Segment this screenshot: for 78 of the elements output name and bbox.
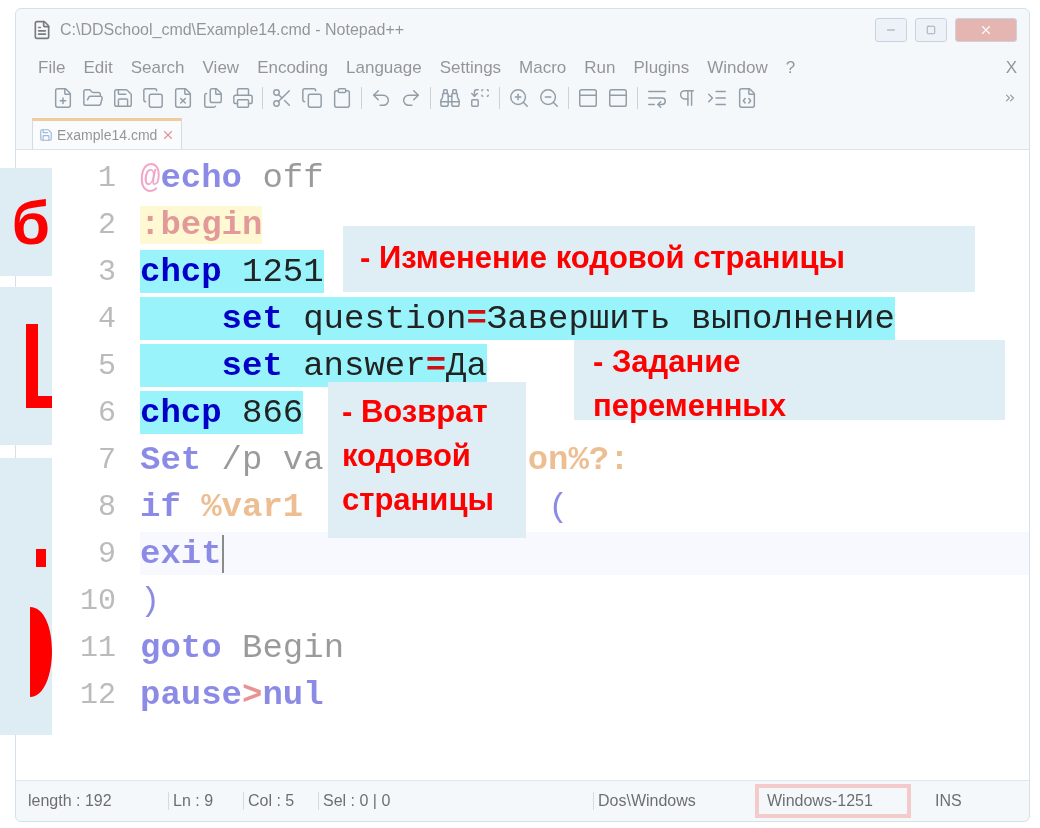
code-text: on%?:	[527, 439, 630, 481]
menu-item[interactable]: Run	[584, 58, 616, 78]
code-text: set question=Завершить выполнение	[140, 297, 895, 340]
callout-text: кодовой	[342, 437, 472, 475]
chevrons-icon[interactable]	[1003, 91, 1017, 105]
menu-item[interactable]: ?	[785, 58, 796, 78]
menu-item[interactable]: File	[38, 58, 66, 78]
zoom-out-icon[interactable]	[538, 87, 560, 109]
insert-mode-status: INS	[934, 792, 963, 810]
code-text: Set /p va	[140, 439, 324, 481]
menu-item[interactable]: Window	[707, 58, 768, 78]
notepad-icon	[32, 20, 52, 40]
code-text: )	[140, 580, 161, 622]
callout-text: переменных	[593, 387, 788, 425]
line-number: 12	[79, 677, 117, 712]
zoom-in-icon[interactable]	[508, 87, 530, 109]
menu-item[interactable]: Settings	[439, 58, 502, 78]
code-text: set answer=Да	[140, 344, 487, 387]
line-number: 6	[97, 395, 117, 430]
menu-item[interactable]: Search	[130, 58, 185, 78]
code-text: :begin	[140, 204, 263, 246]
folder-icon[interactable]	[82, 87, 104, 109]
callout-text: - Задание	[593, 343, 742, 381]
code-text: chcp 1251	[140, 250, 324, 293]
cut-icon[interactable]	[271, 87, 293, 109]
side-glyph: б	[11, 186, 50, 258]
paste-icon[interactable]	[331, 87, 353, 109]
redo-icon[interactable]	[400, 87, 422, 109]
maximize-button[interactable]	[915, 18, 947, 42]
column-status: Col : 5	[244, 792, 319, 810]
selection-status: Sel : 0 | 0	[319, 792, 594, 810]
close-document-button[interactable]: X	[1005, 58, 1017, 78]
search-icon[interactable]	[439, 87, 461, 109]
line-number: 4	[97, 301, 117, 336]
undo-icon[interactable]	[370, 87, 392, 109]
callout-text: - Изменение кодовой страницы	[360, 239, 847, 277]
print-icon[interactable]	[232, 87, 254, 109]
file-tab[interactable]: Example14.cmd	[32, 118, 183, 149]
code-text: if %var1	[140, 486, 304, 528]
line-number: 11	[79, 630, 117, 665]
menu-item[interactable]: Macro	[519, 58, 567, 78]
menu-item[interactable]: Language	[346, 58, 422, 78]
menu-item[interactable]: Edit	[83, 58, 113, 78]
code-text: pause>nul	[140, 674, 324, 716]
copy-icon[interactable]	[301, 87, 323, 109]
eol-status: Dos\Windows	[594, 792, 759, 810]
length-status: length : 192	[24, 792, 169, 810]
callout-text: страницы	[342, 481, 495, 519]
line-number: 7	[97, 442, 117, 477]
code-text: exit	[140, 532, 1029, 575]
callout-text: - Возврат	[342, 393, 489, 431]
code-text: goto Begin	[140, 627, 345, 669]
line-number: 9	[97, 536, 117, 571]
save-icon	[39, 128, 53, 142]
window-title: C:\DDSchool_cmd\Example14.cmd - Notepad++	[60, 21, 406, 39]
close-icon	[979, 23, 993, 37]
minimize-button[interactable]	[875, 18, 907, 42]
line-number: 2	[97, 207, 117, 242]
line-number: 3	[97, 254, 117, 289]
menu-item[interactable]: View	[202, 58, 240, 78]
file-code-icon[interactable]	[736, 87, 758, 109]
panel-icon[interactable]	[607, 87, 629, 109]
maximize-icon	[926, 25, 936, 35]
line-number: 1	[97, 160, 117, 195]
line-number: 10	[79, 583, 117, 618]
code-text: chcp 866	[140, 391, 304, 434]
code-text: @echo off	[140, 157, 324, 199]
menu-item[interactable]: Encoding	[257, 58, 328, 78]
panel-icon[interactable]	[577, 87, 599, 109]
line-number: 5	[97, 348, 117, 383]
code-text: (	[548, 486, 569, 528]
line-number: 8	[97, 489, 117, 524]
line-status: Ln : 9	[169, 792, 244, 810]
save-icon[interactable]	[112, 87, 134, 109]
close-file-icon[interactable]	[172, 87, 194, 109]
new-file-icon[interactable]	[52, 87, 74, 109]
files-icon[interactable]	[202, 87, 224, 109]
menu-item[interactable]: Plugins	[633, 58, 690, 78]
